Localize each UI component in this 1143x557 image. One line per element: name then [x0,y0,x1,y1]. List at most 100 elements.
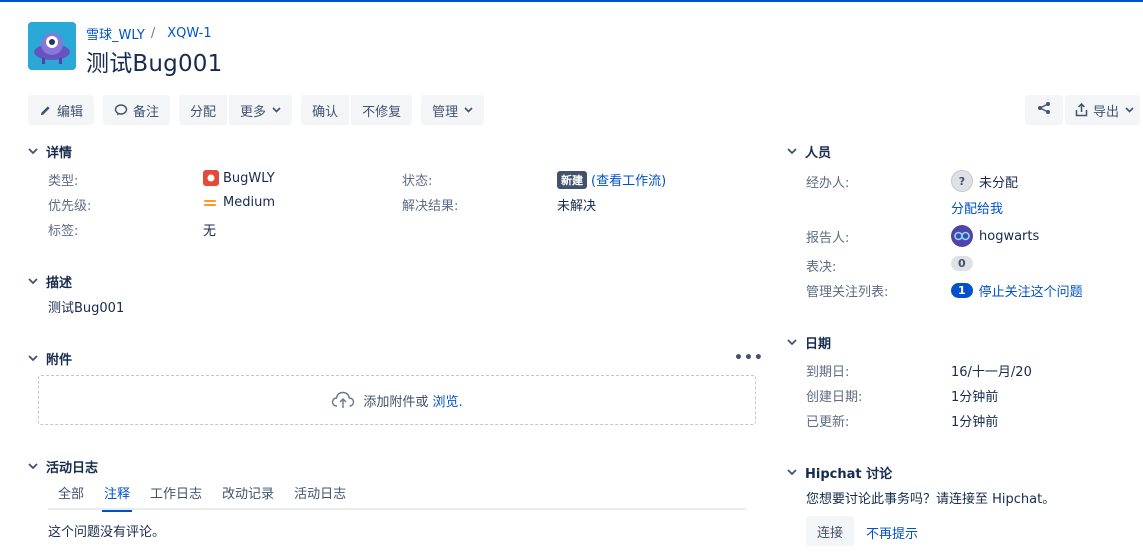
reporter-value-text: hogwarts [979,228,1040,244]
details-section-header[interactable]: 详情 [28,142,72,161]
dates-heading: 日期 [805,337,832,352]
people-heading: 人员 [805,146,832,161]
type-label: 类型: [48,174,79,189]
updated-label: 已更新: [806,415,850,430]
assignee-value-text: 未分配 [979,175,1019,191]
tab-worklog[interactable]: 工作日志 [140,486,212,510]
watchers-value: 1 停止关注这个问题 [951,281,1083,300]
unassigned-avatar: ? [951,170,973,192]
votes-label: 表决: [806,260,837,275]
toolbar-right: 导出 [1025,95,1141,125]
assignee-value[interactable]: ? 未分配 [951,170,1018,192]
confirm-button[interactable]: 确认 [301,95,350,125]
reporter-label: 报告人: [806,231,850,246]
share-icon [1037,101,1051,119]
tab-comments[interactable]: 注释 [94,486,140,512]
type-value: BugWLY [203,170,275,186]
collapse-toggle-icon [28,278,38,285]
more-button-label: 更多 [240,104,267,120]
votes-value[interactable]: 0 [951,256,973,271]
chevron-down-icon [272,107,281,113]
bug-icon [203,170,219,186]
issue-toolbar: 编辑 备注 分配 更多 确认 不修复 管理 [28,95,493,125]
resolution-value: 未解决 [557,199,597,214]
priority-value-text: Medium [223,195,275,210]
details-heading: 详情 [46,146,73,161]
due-date-value[interactable]: 16/十一月/20 [951,361,1032,380]
attachments-section-header[interactable]: 附件 [28,349,72,368]
collapse-toggle-icon [787,469,797,476]
collapse-toggle-icon [28,355,38,362]
export-icon [1075,103,1088,117]
browse-link[interactable]: 浏览. [432,391,462,410]
share-button[interactable] [1025,95,1063,125]
assign-to-me-link[interactable]: 分配给我 [951,198,1003,217]
tab-all[interactable]: 全部 [48,486,94,510]
breadcrumb-project-link[interactable]: 雪球_WLY [86,24,145,43]
tab-history[interactable]: 改动记录 [212,486,284,510]
export-button-label: 导出 [1093,104,1120,120]
svg-text:?: ? [959,175,965,188]
resolution-label: 解决结果: [402,199,459,214]
breadcrumb-issue-key-link[interactable]: XQW-1 [167,26,211,41]
issue-title[interactable]: 测试Bug001 [86,44,222,78]
attachments-more-button[interactable]: ••• [734,350,764,366]
edit-button[interactable]: 编辑 [28,95,95,125]
cloud-upload-icon [331,391,355,409]
export-button[interactable]: 导出 [1065,95,1141,125]
breadcrumb-separator: / [150,26,156,41]
reporter-avatar [951,225,973,247]
status-label: 状态: [402,174,433,189]
manage-button[interactable]: 管理 [421,95,485,125]
no-comments-text: 这个问题没有评论。 [48,525,166,540]
chevron-down-icon [464,107,473,113]
assignee-label: 经办人: [806,176,850,191]
collapse-toggle-icon [28,148,38,155]
more-button[interactable]: 更多 [229,95,293,125]
activity-section-header[interactable]: 活动日志 [28,457,98,476]
collapse-toggle-icon [787,148,797,155]
hipchat-connect-button[interactable]: 连接 [806,516,855,546]
project-avatar[interactable] [28,22,76,70]
created-value: 1分钟前 [951,390,999,405]
tab-activity[interactable]: 活动日志 [284,486,356,510]
hipchat-dismiss-link[interactable]: 不再提示 [866,523,918,542]
wont-fix-button[interactable]: 不修复 [351,95,413,125]
dates-section-header[interactable]: 日期 [787,333,831,352]
due-date-label: 到期日: [806,365,850,380]
watchers-label: 管理关注列表: [806,285,889,300]
view-workflow-link[interactable]: (查看工作流) [591,170,666,189]
comment-button[interactable]: 备注 [103,95,171,125]
assign-button[interactable]: 分配 [179,95,228,125]
attachment-dropzone[interactable]: 添加附件或 浏览. [38,375,756,425]
status-lozenge: 新建 [557,170,587,189]
activity-heading: 活动日志 [46,461,99,476]
manage-button-label: 管理 [432,104,459,120]
activity-tabs: 全部 注释 工作日志 改动记录 活动日志 [48,486,746,512]
created-label: 创建日期: [806,390,863,405]
watchers-count-badge[interactable]: 1 [951,283,973,298]
breadcrumb: 雪球_WLY / XQW-1 [86,24,212,43]
pencil-icon [39,104,52,117]
people-section-header[interactable]: 人员 [787,142,831,161]
hipchat-prompt: 您想要讨论此事务吗？请连接至 Hipchat。 [806,492,1056,507]
stop-watching-link[interactable]: 停止关注这个问题 [979,281,1083,300]
priority-medium-icon [203,196,217,210]
description-section-header[interactable]: 描述 [28,272,72,291]
reporter-value[interactable]: hogwarts [951,225,1039,247]
hipchat-heading: Hipchat 讨论 [805,467,893,482]
attachments-heading: 附件 [46,353,73,368]
collapse-toggle-icon [28,463,38,470]
status-value: 新建 (查看工作流) [557,170,666,189]
priority-value: Medium [203,195,275,210]
type-value-text: BugWLY [223,170,275,186]
priority-label: 优先级: [48,199,92,214]
hipchat-section-header[interactable]: Hipchat 讨论 [787,463,892,482]
description-heading: 描述 [46,276,73,291]
chevron-down-icon [1125,107,1134,113]
comment-icon [114,103,128,117]
labels-label: 标签: [48,224,79,239]
labels-value[interactable]: 无 [203,220,216,239]
edit-button-label: 编辑 [57,104,84,120]
description-text[interactable]: 测试Bug001 [48,297,124,316]
